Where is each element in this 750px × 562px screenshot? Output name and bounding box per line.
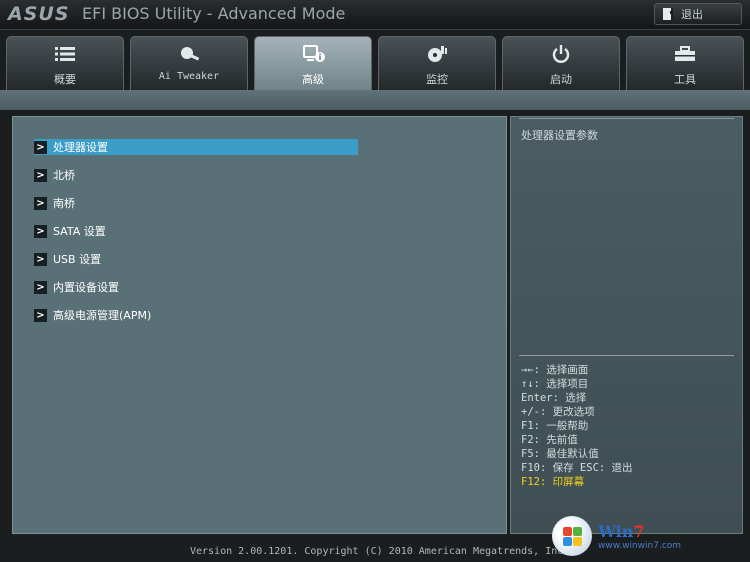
menu-item-label: 南桥: [53, 197, 75, 210]
tab-label: 工具: [674, 73, 696, 86]
tab-label: Ai Tweaker: [158, 71, 220, 82]
menu-item-northbridge[interactable]: > 北桥: [34, 167, 358, 183]
chevron-right-icon: >: [34, 196, 47, 210]
chevron-right-icon: >: [34, 140, 47, 154]
watermark-url: www.winwin7.com: [598, 540, 682, 551]
menu-item-sata-config[interactable]: > SATA 设置: [34, 223, 358, 239]
chevron-right-icon: >: [34, 280, 47, 294]
exit-label: 退出: [681, 8, 703, 21]
asus-logo: ASUS: [8, 3, 70, 25]
exit-button[interactable]: 退出: [654, 3, 742, 25]
hint-row-print-screen: F12: 印屏幕: [521, 476, 585, 488]
menu-item-cpu-config[interactable]: > 处理器设置: [34, 139, 358, 155]
tab-band: [0, 90, 750, 110]
menu-item-label: USB 设置: [53, 253, 102, 266]
chevron-right-icon: >: [34, 224, 47, 238]
menu-item-label: 处理器设置: [53, 141, 108, 154]
menu-item-label: 北桥: [53, 169, 75, 182]
windows-logo-icon: [552, 516, 592, 556]
help-divider-top: [519, 118, 734, 119]
menu-item-usb-config[interactable]: > USB 设置: [34, 251, 358, 267]
help-panel: 处理器设置参数 →←: 选择画面 ↑↓: 选择项目 Enter: 选择 +/-:…: [510, 116, 743, 534]
hint-row: F2: 先前值: [521, 434, 578, 446]
chevron-right-icon: >: [34, 252, 47, 266]
menu-item-apm[interactable]: > 高级电源管理(APM): [34, 307, 358, 323]
help-divider: [519, 355, 734, 356]
hint-row: F5: 最佳默认值: [521, 448, 599, 460]
tab-boot[interactable]: 启动: [502, 36, 620, 90]
hint-row: →←: 选择画面: [521, 364, 589, 376]
hint-row: F1: 一般帮助: [521, 420, 589, 432]
app-title: EFI BIOS Utility - Advanced Mode: [82, 4, 346, 23]
advanced-menu-panel: > 处理器设置 > 北桥 > 南桥 > SATA 设置 > USB 设置 > 内…: [12, 116, 507, 534]
advanced-info-icon: [302, 45, 325, 63]
toolbox-icon: [674, 45, 696, 63]
watermark-brand: Win7: [598, 521, 645, 541]
menu-item-label: 高级电源管理(APM): [53, 309, 152, 322]
hint-row: +/-: 更改选项: [521, 406, 595, 418]
power-icon: [550, 45, 572, 63]
chevron-right-icon: >: [34, 168, 47, 182]
menu-item-southbridge[interactable]: > 南桥: [34, 195, 358, 211]
menu-item-label: SATA 设置: [53, 225, 106, 238]
monitor-gauge-icon: [426, 45, 448, 63]
version-text: Version 2.00.1201. Copyright (C) 2010 Am…: [190, 546, 570, 557]
hint-row: Enter: 选择: [521, 392, 587, 404]
key-hints: →←: 选择画面 ↑↓: 选择项目 Enter: 选择 +/-: 更改选项 F1…: [521, 363, 736, 489]
tweaker-icon: [178, 45, 200, 63]
tab-label: 启动: [550, 73, 572, 86]
menu-item-label: 内置设备设置: [53, 281, 119, 294]
title-bar: ASUS EFI BIOS Utility - Advanced Mode 退出: [0, 0, 750, 30]
hint-row: F10: 保存 ESC: 退出: [521, 462, 633, 474]
watermark-text: Win7 www.winwin7.com: [598, 522, 681, 551]
tab-label: 监控: [426, 73, 448, 86]
tab-advanced[interactable]: 高级: [254, 36, 372, 92]
chevron-right-icon: >: [34, 308, 47, 322]
hint-row: ↑↓: 选择项目: [521, 378, 589, 390]
tab-overview[interactable]: 概要: [6, 36, 124, 90]
watermark: Win7 www.winwin7.com: [552, 512, 748, 560]
tab-ai-tweaker[interactable]: Ai Tweaker: [130, 36, 248, 90]
help-description: 处理器设置参数: [521, 129, 598, 142]
main-tabs: 概要 Ai Tweaker 高级 监控 启动 工具: [0, 36, 750, 92]
tab-monitor[interactable]: 监控: [378, 36, 496, 90]
tab-tools[interactable]: 工具: [626, 36, 744, 90]
exit-door-icon: [663, 8, 673, 20]
tab-label: 高级: [302, 73, 324, 86]
tab-label: 概要: [54, 73, 76, 86]
list-icon: [54, 45, 76, 63]
menu-item-onboard-devices[interactable]: > 内置设备设置: [34, 279, 358, 295]
